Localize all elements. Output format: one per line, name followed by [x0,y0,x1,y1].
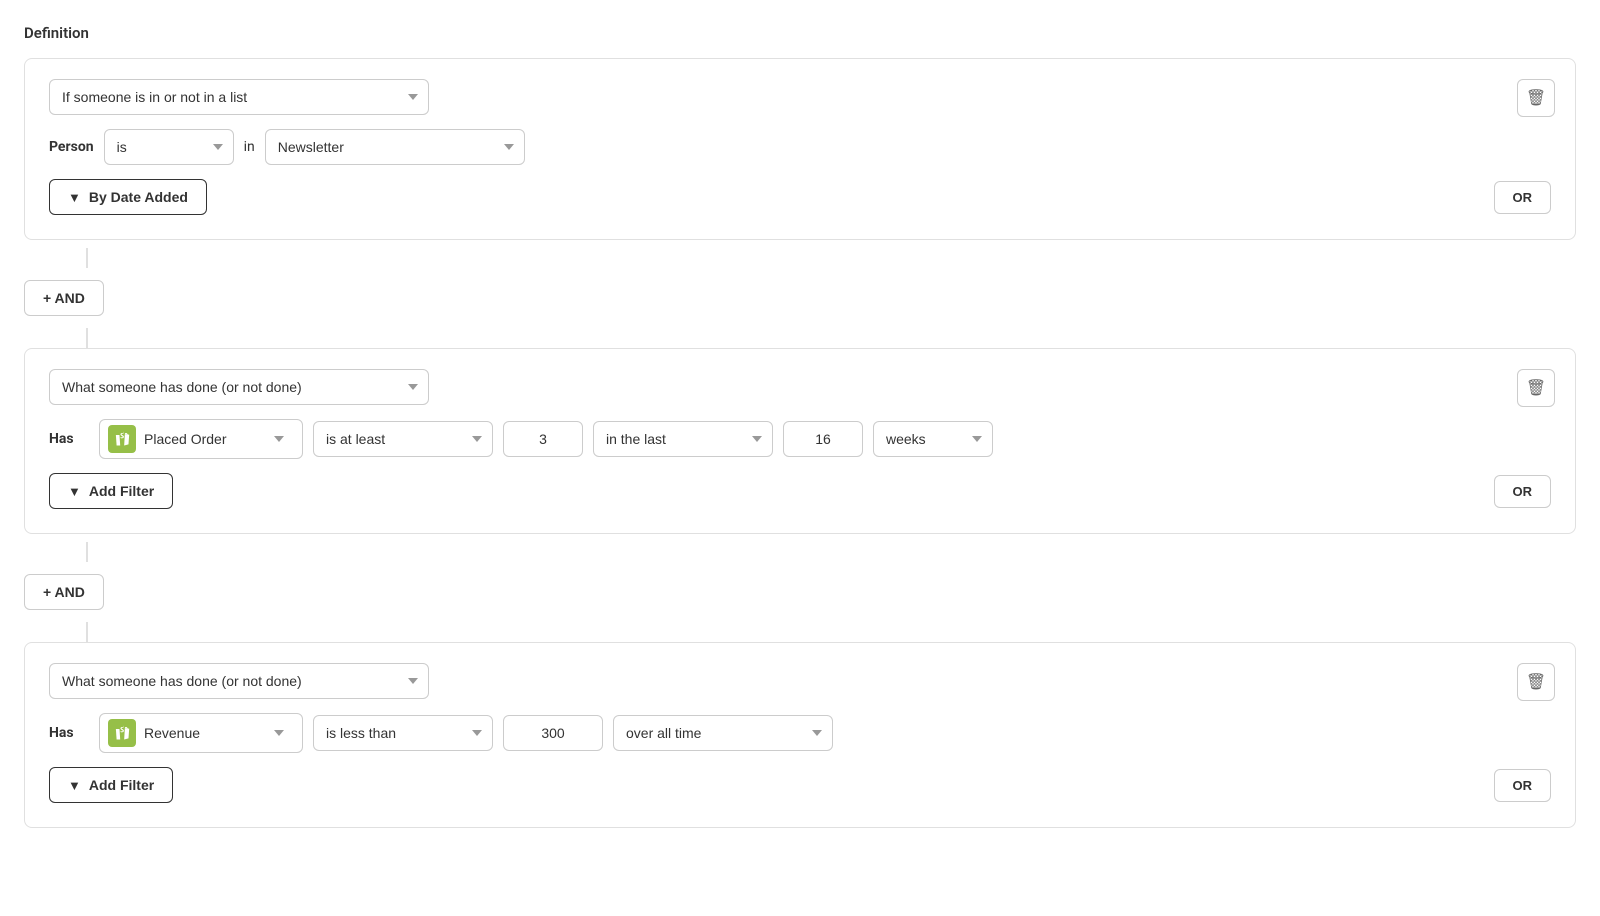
and-connector-2: + AND [24,542,1576,642]
placed-order-wrapper: Placed Order [99,419,303,459]
and-btn-1[interactable]: + AND [24,280,104,316]
has-label-2: Has [49,725,89,741]
or-btn-1[interactable]: OR [1494,181,1552,214]
connector-line-1 [86,248,88,268]
condition-block-3: 🗑 What someone has done (or not done) Ha… [24,642,1576,828]
delete-block-3-btn[interactable]: 🗑 [1517,663,1555,701]
condition-type-row-3: What someone has done (or not done) [49,663,1551,699]
has-label-1: Has [49,431,89,447]
or-btn-2[interactable]: OR [1494,475,1552,508]
trash-icon-2: 🗑 [1526,378,1546,398]
filter-or-row-2: ▼ Add Filter OR [49,473,1551,513]
condition-type-select-3[interactable]: What someone has done (or not done) [49,663,429,699]
revenue-input[interactable] [503,715,603,751]
add-filter-btn-2[interactable]: ▼ Add Filter [49,767,173,803]
shopify-icon-1 [108,425,136,453]
action-select-1[interactable]: Placed Order [144,422,294,456]
and-connector-1: + AND [24,248,1576,348]
count-input-1[interactable] [503,421,583,457]
delete-block-2-btn[interactable]: 🗑 [1517,369,1555,407]
period-select-1[interactable]: weeks [873,421,993,457]
filter-icon-3: ▼ [68,778,81,793]
connector-line-4 [86,622,88,642]
condition-type-select-2[interactable]: What someone has done (or not done) [49,369,429,405]
add-filter-btn-1[interactable]: ▼ Add Filter [49,473,173,509]
trash-icon-3: 🗑 [1526,672,1546,692]
shopify-icon-2 [108,719,136,747]
definition-title: Definition [24,24,1576,42]
connector-line-3 [86,542,88,562]
in-text: in [244,139,255,155]
person-is-select[interactable]: is [104,129,234,165]
condition-block-2: 🗑 What someone has done (or not done) Ha… [24,348,1576,534]
and-btn-2[interactable]: + AND [24,574,104,610]
by-date-added-btn[interactable]: ▼ By Date Added [49,179,207,215]
filter-or-row-1: ▼ By Date Added OR [49,179,1551,219]
connector-line-2 [86,328,88,348]
revenue-wrapper: Revenue [99,713,303,753]
condition-type-row-1: If someone is in or not in a list [49,79,1551,115]
by-date-added-label: By Date Added [89,189,188,205]
time-select-2[interactable]: over all time [613,715,833,751]
weeks-count-input[interactable] [783,421,863,457]
condition-type-select-1[interactable]: If someone is in or not in a list [49,79,429,115]
filter-or-row-3: ▼ Add Filter OR [49,767,1551,807]
condition-type-row-2: What someone has done (or not done) [49,369,1551,405]
filter-icon-1: ▼ [68,190,81,205]
trash-icon-1: 🗑 [1526,88,1546,108]
add-filter-label-1: Add Filter [89,483,154,499]
has-row-1: Has Placed Order is at least in the last [49,419,1551,459]
person-label: Person [49,139,94,155]
filter-icon-2: ▼ [68,484,81,499]
has-row-2: Has Revenue is less than over all time [49,713,1551,753]
newsletter-select[interactable]: Newsletter [265,129,525,165]
add-filter-label-2: Add Filter [89,777,154,793]
condition-select-2[interactable]: is less than [313,715,493,751]
condition-block-1: 🗑 If someone is in or not in a list Pers… [24,58,1576,240]
time-select-1[interactable]: in the last [593,421,773,457]
person-row: Person is in Newsletter [49,129,1551,165]
delete-block-1-btn[interactable]: 🗑 [1517,79,1555,117]
action-select-2[interactable]: Revenue [144,716,294,750]
condition-select-1[interactable]: is at least [313,421,493,457]
or-btn-3[interactable]: OR [1494,769,1552,802]
